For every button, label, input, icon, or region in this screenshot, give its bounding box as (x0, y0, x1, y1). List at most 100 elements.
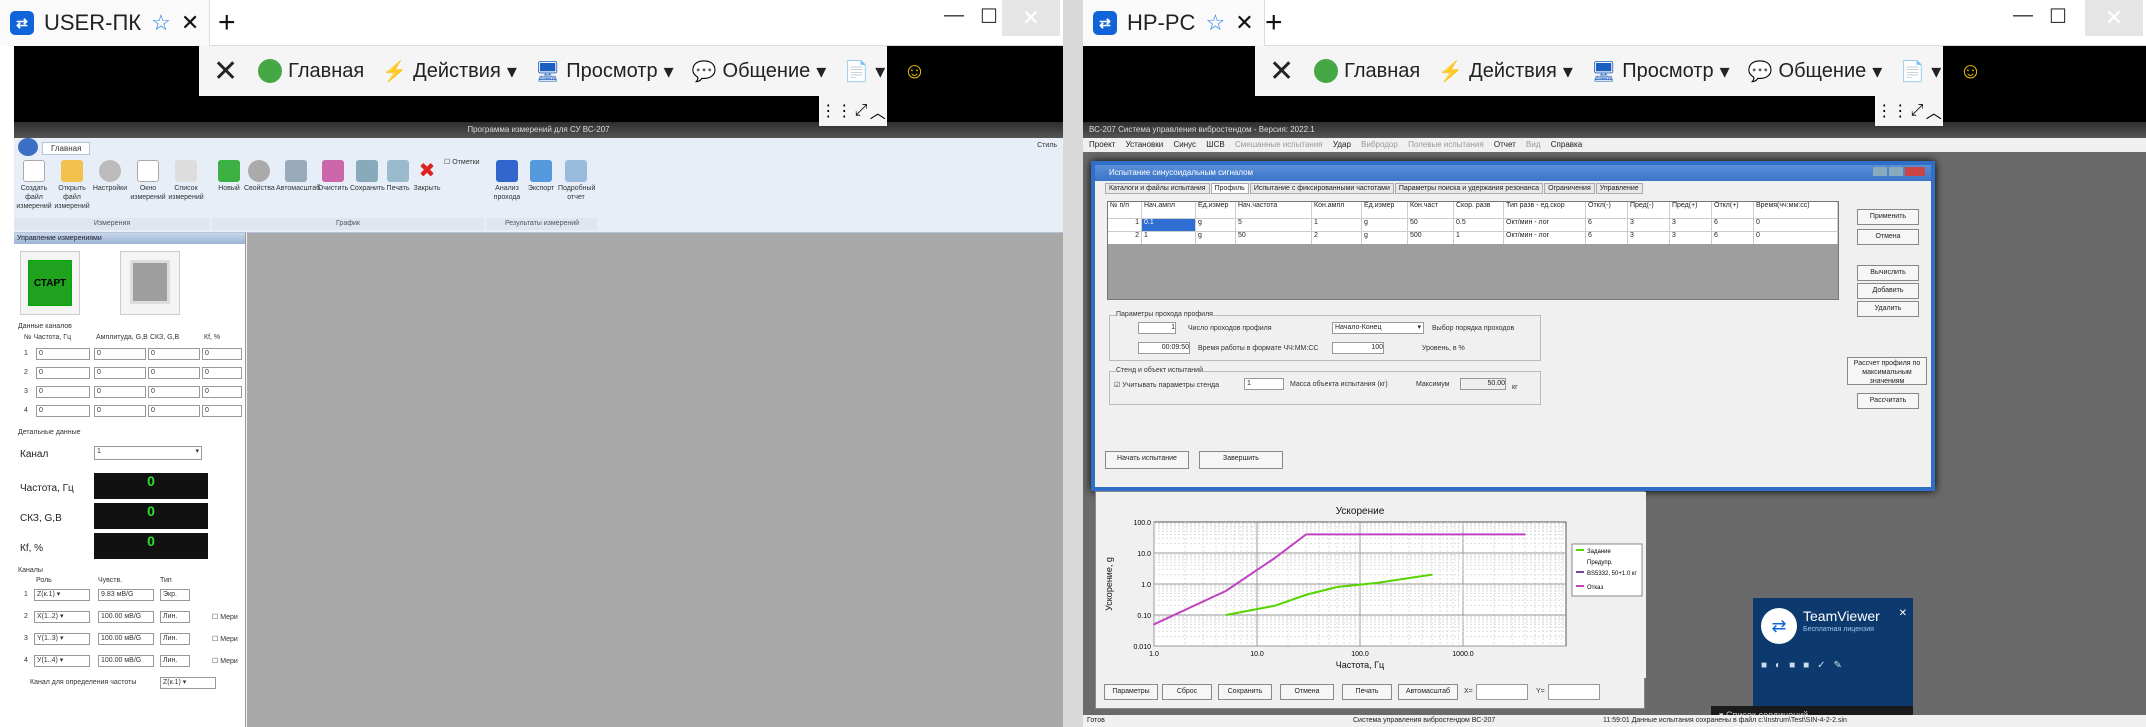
menu-view[interactable]: Вид (1526, 140, 1540, 149)
minimize-icon[interactable]: — (2013, 4, 2033, 27)
toolbar-view[interactable]: 🖥 Просмотр ▾ (1591, 59, 1730, 84)
tab-limits[interactable]: Ограничения (1544, 183, 1595, 194)
session-tab[interactable]: ⇄ USER-ПК ☆ ✕ (0, 0, 211, 46)
grid-cell[interactable]: 6 (1586, 219, 1628, 231)
menu-shock[interactable]: Удар (1333, 140, 1351, 149)
menu-field[interactable]: Полевые испытания (1408, 140, 1484, 149)
calculate-button[interactable]: Вычислить (1857, 265, 1919, 281)
plot-cancel-button[interactable]: Отмена (1280, 684, 1334, 700)
close-tab-icon[interactable]: ✕ (181, 10, 199, 36)
new-tab-icon[interactable]: + (1265, 6, 1283, 40)
grid-cell[interactable]: g (1362, 232, 1408, 244)
grid-cell[interactable]: 500 (1408, 232, 1454, 244)
toolbar-files[interactable]: 📄 ▾ (844, 59, 885, 84)
grid-cell[interactable]: 5 (1236, 219, 1312, 231)
menu-sine[interactable]: Синус (1173, 140, 1196, 149)
mass-field[interactable]: 1 (1244, 378, 1284, 390)
order-select[interactable]: Начало-Конец ▾ (1332, 322, 1424, 334)
smiley-icon[interactable]: ☺ (903, 58, 925, 84)
toolbar-main[interactable]: Главная (258, 59, 364, 83)
grid-cell[interactable]: Окт/мин - лог (1504, 232, 1586, 244)
app-menu-icon[interactable] (18, 138, 38, 156)
report-button[interactable]: Подробный отчет (558, 160, 595, 202)
properties-button[interactable]: Свойства (244, 160, 275, 193)
start-button[interactable]: СТАРТ (28, 260, 72, 306)
grid-cell[interactable]: Окт/мин - лог (1504, 219, 1586, 231)
plot-print-button[interactable]: Печать (1342, 684, 1392, 700)
tv-panel-close-icon[interactable]: ✕ (1899, 608, 1907, 619)
profile-grid[interactable]: № п/п Нач.ампл Ед.измер Нач.частота Кон.… (1107, 201, 1839, 300)
menu-report[interactable]: Отчет (1494, 140, 1516, 149)
grid-cell[interactable]: 50 (1408, 219, 1454, 231)
minimize-icon[interactable]: — (944, 4, 964, 27)
measure-list-button[interactable]: Список измерений (168, 160, 204, 202)
remote-screen[interactable]: ✕ Главная ⚡ Действия ▾ 🖥 Просмотр ▾ 💬 Общение… (14, 46, 1063, 727)
freq-channel-select[interactable]: Z(к.1) ▾ (160, 677, 216, 689)
collapse-icon[interactable]: ︿ (1926, 99, 1942, 123)
grid-cell[interactable]: 0.5 (1454, 219, 1504, 231)
max-profile-button[interactable]: Рассчет профиля по максимальным значения… (1847, 357, 1927, 385)
close-graph-button[interactable]: ✖ Закрыть (412, 160, 442, 193)
toolbar-actions[interactable]: ⚡ Действия ▾ (382, 59, 517, 84)
grid-cell[interactable]: 0.1 (1142, 219, 1196, 231)
style-menu[interactable]: Стиль (1037, 142, 1057, 149)
grid-cell[interactable]: g (1196, 232, 1236, 244)
print-button[interactable]: Печать (384, 160, 412, 193)
export-button[interactable]: Экспорт (524, 160, 558, 193)
grid-cell[interactable]: 3 (1670, 219, 1712, 231)
fullscreen-icon[interactable]: ⤢ (855, 102, 868, 120)
dialog-max-icon[interactable] (1889, 167, 1903, 176)
menu-project[interactable]: Проект (1089, 140, 1115, 149)
compute-button[interactable]: Рассчитать (1857, 393, 1919, 409)
grid-cell[interactable]: 1 (1142, 232, 1196, 244)
grid-cell[interactable]: 0 (1754, 219, 1838, 231)
analysis-button[interactable]: Анализ прохода (490, 160, 524, 202)
mer-checkbox[interactable]: ☐ Мери (212, 657, 238, 665)
menu-help[interactable]: Справка (1551, 140, 1582, 149)
grid-cell[interactable]: 6 (1712, 232, 1754, 244)
open-file-button[interactable]: Открыть файл измерений (54, 160, 90, 211)
table-row[interactable]: 2 1 g 50 2 g 500 1 Окт/мин - лог 6 3 3 6… (1108, 231, 1838, 244)
star-icon[interactable]: ☆ (1205, 10, 1225, 36)
grid-cell[interactable]: 1 (1312, 219, 1362, 231)
grid-cell[interactable]: g (1196, 219, 1236, 231)
menu-settings[interactable]: Установки (1126, 140, 1164, 149)
mer-checkbox[interactable]: ☐ Мери (212, 613, 238, 621)
grid-cell[interactable]: 6 (1586, 232, 1628, 244)
menu-mixed[interactable]: Смешанные испытания (1235, 140, 1323, 149)
window-close-button[interactable]: ✕ (1002, 0, 1060, 36)
level-field[interactable]: 100 (1332, 342, 1384, 354)
new-graph-button[interactable]: Новый (214, 160, 244, 193)
menu-vibro[interactable]: Вибродор (1361, 140, 1398, 149)
toolbar-files[interactable]: 📄 ▾ (1900, 59, 1941, 84)
close-session-icon[interactable]: ✕ (213, 54, 238, 89)
dialog-close-icon[interactable] (1905, 167, 1925, 176)
apply-button[interactable]: Применить (1857, 209, 1919, 225)
graph-area[interactable] (247, 233, 1063, 727)
ch2-role-select[interactable]: X(1..2) ▾ (34, 611, 90, 623)
toolbar-actions[interactable]: ⚡ Действия ▾ (1438, 59, 1573, 84)
close-session-icon[interactable]: ✕ (1269, 54, 1294, 89)
fullscreen-icon[interactable]: ⤢ (1911, 102, 1924, 120)
plot-autoscale-button[interactable]: Автомасштаб (1398, 684, 1458, 700)
params-button[interactable]: Параметры (1104, 684, 1158, 700)
finish-button[interactable]: Завершить (1199, 451, 1283, 469)
grid-icon[interactable]: ⋮⋮ (820, 101, 852, 121)
dialog-min-icon[interactable] (1873, 167, 1887, 176)
acceleration-chart[interactable]: Ускорение Частота, Гц Ускорение, g 1.0 10… (1096, 492, 1646, 678)
toolbar-view[interactable]: 🖥 Просмотр ▾ (535, 59, 674, 84)
measure-window-button[interactable]: Окно измерений (130, 160, 166, 202)
grid-cell[interactable]: 3 (1628, 219, 1670, 231)
tab-resonance[interactable]: Параметры поиска и удержания резонанса (1394, 183, 1544, 194)
new-tab-icon[interactable]: + (218, 6, 236, 40)
grid-cell[interactable]: 2 (1312, 232, 1362, 244)
autoscale-button[interactable]: Автомасштаб (276, 160, 320, 193)
cancel-button[interactable]: Отмена (1857, 229, 1919, 245)
grid-icon[interactable]: ⋮⋮ (1876, 101, 1908, 121)
start-test-button[interactable]: Начать испытание (1105, 451, 1189, 469)
ch2-role-select[interactable]: Z(к.1) ▾ (34, 589, 90, 601)
menu-random[interactable]: ШСВ (1206, 140, 1224, 149)
remote-screen[interactable]: ✕ Главная ⚡ Действия ▾ 🖥 Просмотр ▾ 💬 Общение… (1083, 46, 2146, 727)
tab-profile[interactable]: Профиль (1210, 183, 1249, 194)
smiley-icon[interactable]: ☺ (1959, 58, 1981, 84)
